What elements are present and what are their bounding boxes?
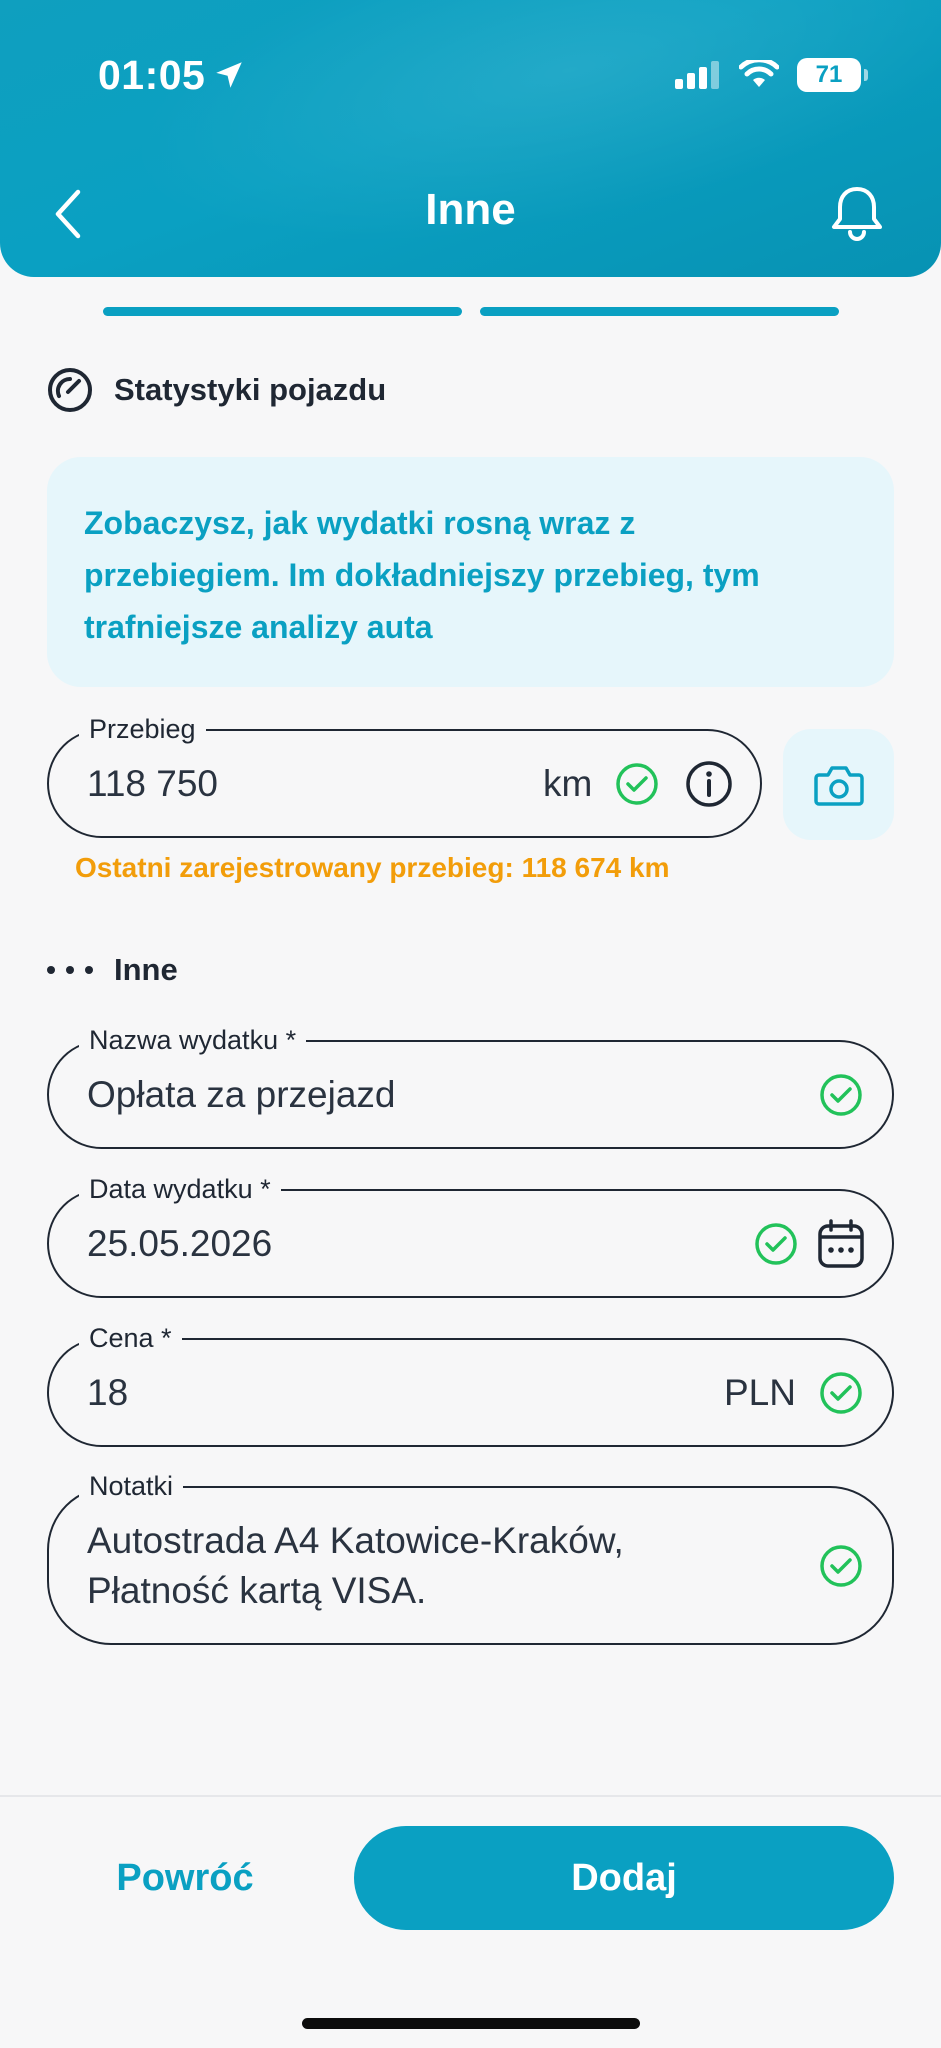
- footer-divider: [0, 1795, 941, 1797]
- bell-icon[interactable]: [829, 183, 885, 243]
- home-indicator: [302, 2018, 640, 2029]
- check-circle-icon: [820, 1372, 862, 1414]
- info-line: przebiegiem. Im dokładniejszy przebieg, …: [84, 557, 760, 593]
- add-button[interactable]: Dodaj: [354, 1826, 894, 1930]
- cellular-signal-icon: [675, 61, 719, 89]
- expense-name-value[interactable]: Opłata za przejazd: [87, 1074, 396, 1116]
- mileage-unit: km: [543, 763, 593, 804]
- battery-indicator: 71: [797, 58, 868, 92]
- mileage-label: Przebieg: [79, 709, 206, 749]
- last-mileage-text: Ostatni zarejestrowany przebieg: 118 674…: [75, 852, 670, 883]
- expense-name-label: Nazwa wydatku *: [79, 1020, 307, 1060]
- notes-line: Autostrada A4 Katowice-Kraków,: [87, 1520, 624, 1561]
- check-circle-icon: [820, 1545, 862, 1587]
- camera-button[interactable]: [783, 729, 894, 840]
- price-currency: PLN: [724, 1372, 796, 1413]
- mileage-field[interactable]: Przebieg 118 750 km: [47, 709, 762, 838]
- mileage-info-card: Zobaczysz, jak wydatki rosną wraz z prze…: [47, 457, 894, 687]
- notes-field[interactable]: Notatki Autostrada A4 Katowice-Kraków, P…: [47, 1466, 894, 1645]
- price-value[interactable]: 18: [87, 1372, 128, 1414]
- wifi-icon: [739, 60, 779, 87]
- status-time: 01:05: [98, 52, 206, 98]
- price-field[interactable]: Cena * 18 PLN: [47, 1318, 894, 1447]
- calendar-icon[interactable]: [817, 1219, 865, 1269]
- notes-label: Notatki: [79, 1466, 184, 1506]
- page-title: Inne: [425, 185, 516, 234]
- info-line: Zobaczysz, jak wydatki rosną wraz z: [84, 505, 636, 541]
- info-line: trafniejsze analizy auta: [84, 609, 433, 645]
- app-header: 01:05 71 Inne: [0, 0, 941, 277]
- more-dots-icon: [47, 966, 93, 974]
- camera-icon: [813, 765, 864, 806]
- speedometer-icon: [48, 368, 92, 412]
- expense-date-field[interactable]: Data wydatku * 25.05.2026: [47, 1169, 894, 1298]
- check-circle-icon: [755, 1223, 797, 1265]
- step-progress-1: [103, 307, 462, 316]
- notes-value[interactable]: Autostrada A4 Katowice-Kraków, Płatność …: [87, 1516, 624, 1616]
- other-heading: Inne: [46, 952, 178, 988]
- expense-date-value[interactable]: 25.05.2026: [87, 1223, 272, 1265]
- step-progress-2: [480, 307, 839, 316]
- check-circle-icon: [616, 763, 658, 805]
- check-circle-icon: [820, 1074, 862, 1116]
- notes-line: Płatność kartą VISA.: [87, 1570, 427, 1611]
- expense-name-field[interactable]: Nazwa wydatku * Opłata za przejazd: [47, 1020, 894, 1149]
- mileage-value[interactable]: 118 750: [87, 763, 218, 805]
- back-button[interactable]: Powróć: [60, 1826, 310, 1930]
- vehicle-stats-heading: Statystyki pojazdu: [46, 366, 386, 414]
- expense-date-label: Data wydatku *: [79, 1169, 281, 1209]
- vehicle-stats-title: Statystyki pojazdu: [114, 372, 387, 407]
- other-title: Inne: [114, 952, 178, 987]
- status-indicators: 71: [675, 58, 868, 92]
- info-icon[interactable]: [685, 760, 733, 808]
- location-arrow-icon: [216, 62, 242, 88]
- price-label: Cena *: [79, 1318, 182, 1358]
